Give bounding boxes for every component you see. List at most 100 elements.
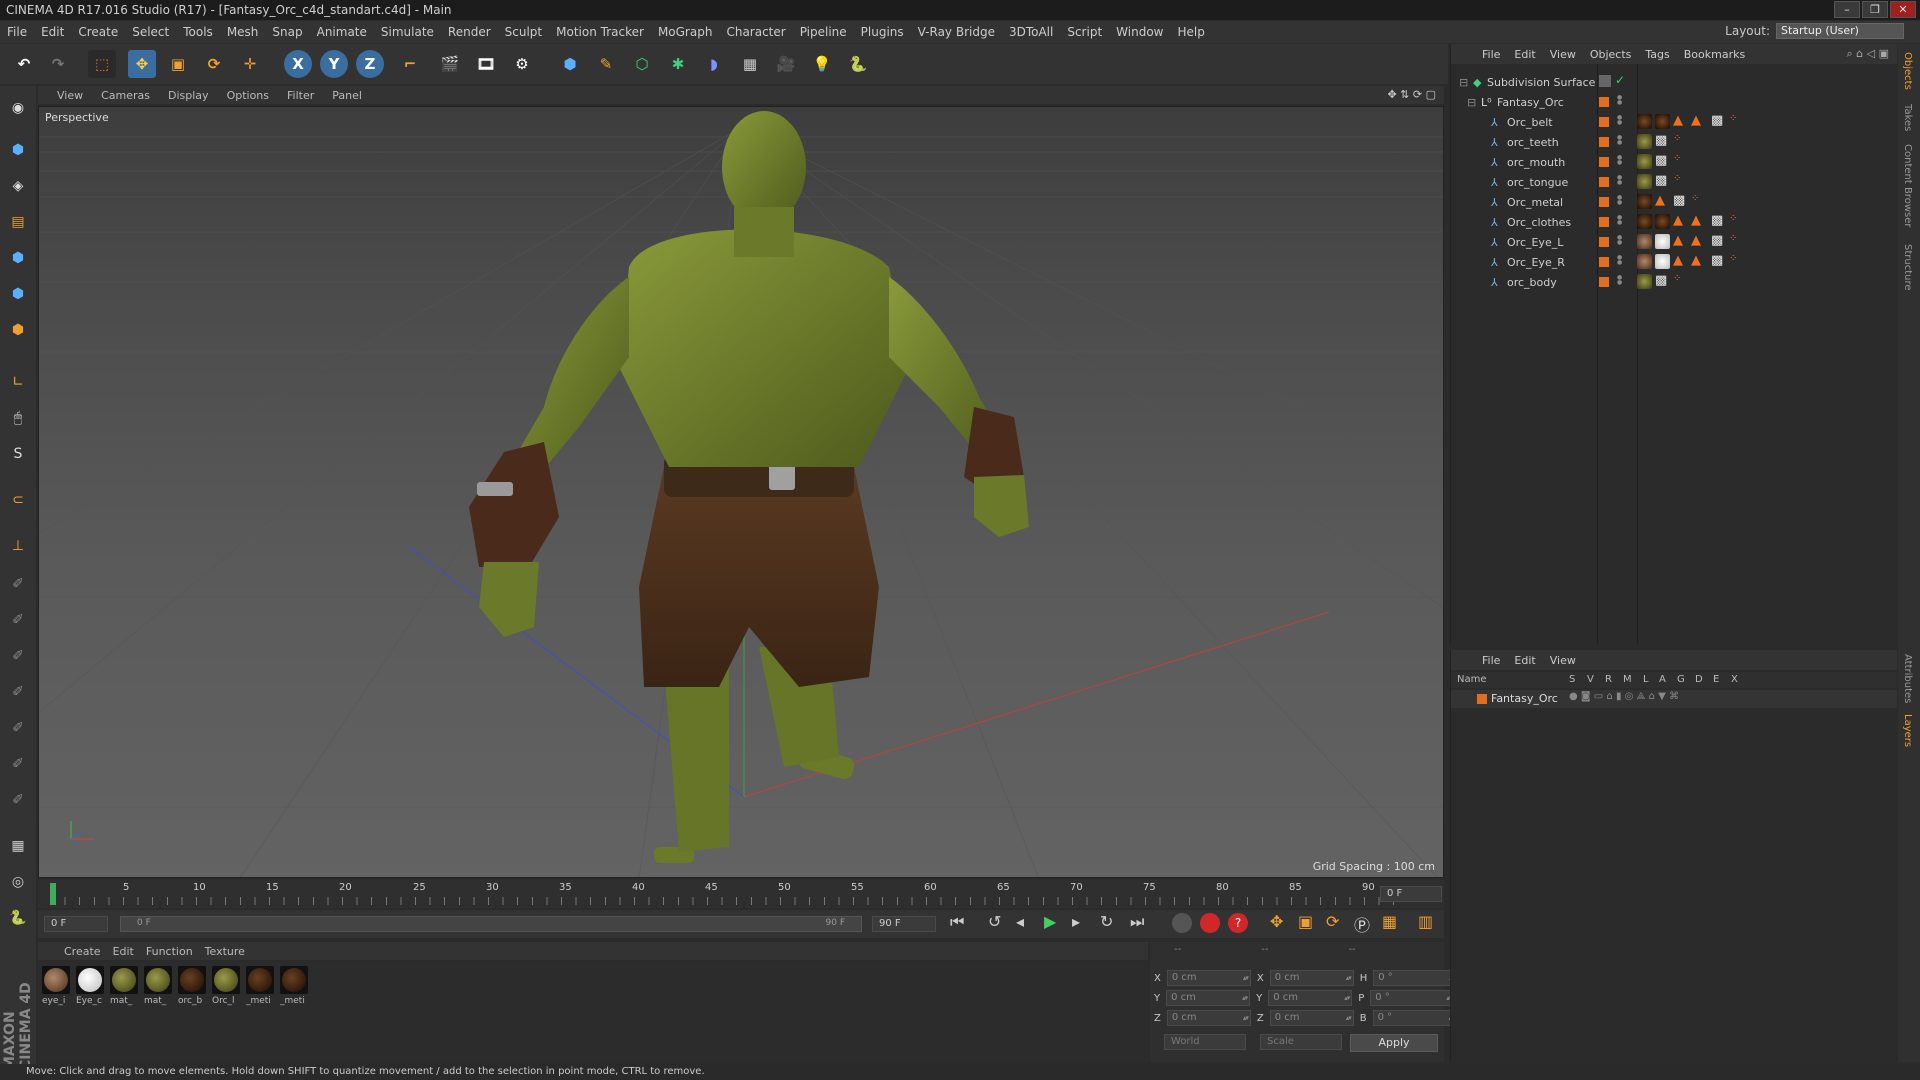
workplane-axis-icon[interactable]: ⊥ <box>4 532 32 560</box>
layout-dropdown[interactable]: Startup (User) <box>1776 23 1904 39</box>
object-row[interactable]: ⅄ Orc_belt ● ● ▲ ▲ ▩ ⁘ <box>1451 112 1897 132</box>
menu-plugins[interactable]: Plugins <box>854 21 911 43</box>
spline-pen-icon[interactable]: ✎ <box>592 50 620 78</box>
timeline-ruler[interactable]: 0 5 10 15 20 25 30 35 40 45 50 55 60 65 … <box>38 880 1444 908</box>
tweak-mode-icon[interactable]: 🖱 <box>4 404 32 432</box>
material-swatch[interactable]: mat_ <box>110 966 138 1006</box>
menu-mograph[interactable]: MoGraph <box>651 21 720 43</box>
subdivision-surface-icon[interactable]: ⬡ <box>628 50 656 78</box>
frame-range-slider[interactable]: 0 F 90 F <box>120 916 862 932</box>
uvw-tag-icon[interactable]: ▲ <box>1673 233 1683 248</box>
visibility-dots-icon[interactable]: ● ● <box>1617 175 1622 186</box>
vp-menu-view[interactable]: View <box>48 89 92 102</box>
viewport-nav-icons[interactable]: ✥ ⇅ ⟳ ▢ <box>1387 88 1436 101</box>
layer-menu-view[interactable]: View <box>1543 654 1583 667</box>
material-swatch[interactable]: mat_ <box>144 966 172 1006</box>
menu-3dtoall[interactable]: 3DToAll <box>1002 21 1060 43</box>
menu-file[interactable]: File <box>0 21 34 43</box>
phong-tag-icon[interactable]: ⁘ <box>1729 233 1737 244</box>
visibility-dots-icon[interactable]: ● ● <box>1617 215 1622 226</box>
phong-tag-icon[interactable]: ⁘ <box>1673 173 1681 184</box>
material-tag-icon[interactable] <box>1637 134 1652 149</box>
material-tag-icon[interactable] <box>1637 154 1652 169</box>
workplane-icon[interactable]: ▤ <box>4 208 32 236</box>
script-python-icon[interactable]: 🐍 <box>4 904 32 932</box>
selection-tag-icon[interactable]: ▩ <box>1655 173 1667 188</box>
minimize-button[interactable]: – <box>1834 1 1860 18</box>
object-row[interactable]: ⅄ Orc_metal ● ● ▲ ▩ ⁘ <box>1451 192 1897 212</box>
close-button[interactable]: ✕ <box>1890 1 1916 18</box>
goto-prev-key-icon[interactable]: ↺ <box>988 912 1001 931</box>
visibility-dots-icon[interactable]: ● ● <box>1617 255 1622 266</box>
obj-menu-bookmarks[interactable]: Bookmarks <box>1677 48 1752 61</box>
selection-tag-icon[interactable]: ▩ <box>1673 193 1685 208</box>
brush-tool-icon-2[interactable]: ✐ <box>4 606 32 634</box>
rotation-h-field[interactable]: 0 ° <box>1373 970 1458 986</box>
size-x-field[interactable]: 0 cm <box>1269 970 1354 986</box>
key-parameter-icon[interactable]: Ⓟ <box>1354 912 1370 936</box>
make-editable-icon[interactable]: ◉ <box>4 94 32 122</box>
tree-toggle-icon[interactable]: ⊟ <box>1459 76 1468 89</box>
material-tag-icon[interactable] <box>1655 114 1670 129</box>
end-frame-field[interactable]: 90 F <box>872 916 936 932</box>
layer-menu-edit[interactable]: Edit <box>1507 654 1542 667</box>
menu-character[interactable]: Character <box>719 21 792 43</box>
obj-menu-view[interactable]: View <box>1543 48 1583 61</box>
obj-menu-file[interactable]: File <box>1475 48 1507 61</box>
polygons-mode-icon[interactable]: ⬢ <box>4 316 32 344</box>
key-position-icon[interactable]: ✥ <box>1270 912 1283 931</box>
autokey-icon[interactable]: ? <box>1228 913 1248 933</box>
layer-menu-file[interactable]: File <box>1475 654 1507 667</box>
selection-tag-icon[interactable]: ▩ <box>1655 153 1667 168</box>
material-swatch[interactable]: Eye_c <box>76 966 104 1006</box>
object-row[interactable]: ⅄ orc_mouth ● ● ▩ ⁘ <box>1451 152 1897 172</box>
undo-icon[interactable]: ↶ <box>10 50 38 78</box>
material-tag-icon[interactable] <box>1637 234 1652 249</box>
render-settings-icon[interactable]: ⚙ <box>508 50 536 78</box>
phong-tag-icon[interactable]: ⁘ <box>1729 213 1737 224</box>
phong-tag-icon[interactable]: ⁘ <box>1673 153 1681 164</box>
goto-start-icon[interactable]: ⏮ <box>950 912 964 932</box>
object-row[interactable]: ⅄ Orc_Eye_R ● ● ▲ ▲ ▩ ⁘ <box>1451 252 1897 272</box>
render-picture-viewer-icon[interactable]: 🎞 <box>472 50 500 78</box>
tab-content-browser[interactable]: Content Browser <box>1902 144 1913 227</box>
object-row[interactable]: ⅄ orc_tongue ● ● ▩ ⁘ <box>1451 172 1897 192</box>
brush-tool-icon-7[interactable]: ✐ <box>4 786 32 814</box>
position-y-field[interactable]: 0 cm <box>1166 990 1251 1006</box>
tab-layers[interactable]: Layers <box>1902 714 1913 747</box>
vp-menu-cameras[interactable]: Cameras <box>92 89 159 102</box>
rotate-tool-icon[interactable]: ⟳ <box>200 50 228 78</box>
viewport-camera-label[interactable]: Perspective <box>45 111 109 124</box>
maximize-button[interactable]: ❐ <box>1862 1 1888 18</box>
uvw-tag-icon[interactable]: ▲ <box>1691 213 1701 228</box>
solo-mode-icon[interactable]: S <box>4 440 32 468</box>
layer-row[interactable]: Fantasy_Orc ● ◙ ▭ ⌂ ▮ ◎ ⟁ ⌂ ▼ ⌘ <box>1451 690 1897 708</box>
points-mode-icon[interactable]: ⬢ <box>4 244 32 272</box>
bake-icon[interactable]: ◎ <box>4 868 32 896</box>
obj-menu-tags[interactable]: Tags <box>1638 48 1676 61</box>
material-tag-icon[interactable] <box>1637 174 1652 189</box>
material-swatch[interactable]: _meti <box>246 966 274 1006</box>
move-tool-icon[interactable]: ✥ <box>128 50 156 78</box>
y-axis-lock-button[interactable]: Y <box>320 50 348 78</box>
material-swatch[interactable]: eye_i <box>42 966 70 1006</box>
menu-motion-tracker[interactable]: Motion Tracker <box>549 21 651 43</box>
menu-pipeline[interactable]: Pipeline <box>793 21 854 43</box>
brush-tool-icon-5[interactable]: ✐ <box>4 714 32 742</box>
menu-script[interactable]: Script <box>1060 21 1109 43</box>
material-tag-icon[interactable] <box>1637 254 1652 269</box>
timeline-layout-icon[interactable]: ▥ <box>1418 912 1433 931</box>
brush-tool-icon-4[interactable]: ✐ <box>4 678 32 706</box>
material-tag-icon[interactable] <box>1637 194 1652 209</box>
tab-attributes[interactable]: Attributes <box>1902 654 1913 703</box>
menu-mesh[interactable]: Mesh <box>220 21 266 43</box>
visibility-dots-icon[interactable]: ● ● <box>1617 155 1622 166</box>
menu-animate[interactable]: Animate <box>310 21 374 43</box>
object-row[interactable]: ⅄ orc_body ● ● ▩ ⁘ <box>1451 272 1897 292</box>
record-keyframe-icon[interactable] <box>1200 913 1220 933</box>
uvw-tag-icon[interactable]: ▲ <box>1673 253 1683 268</box>
redo-icon[interactable]: ↷ <box>44 50 72 78</box>
obj-menu-edit[interactable]: Edit <box>1507 48 1542 61</box>
menu-sculpt[interactable]: Sculpt <box>498 21 549 43</box>
mat-menu-create[interactable]: Create <box>58 945 107 958</box>
